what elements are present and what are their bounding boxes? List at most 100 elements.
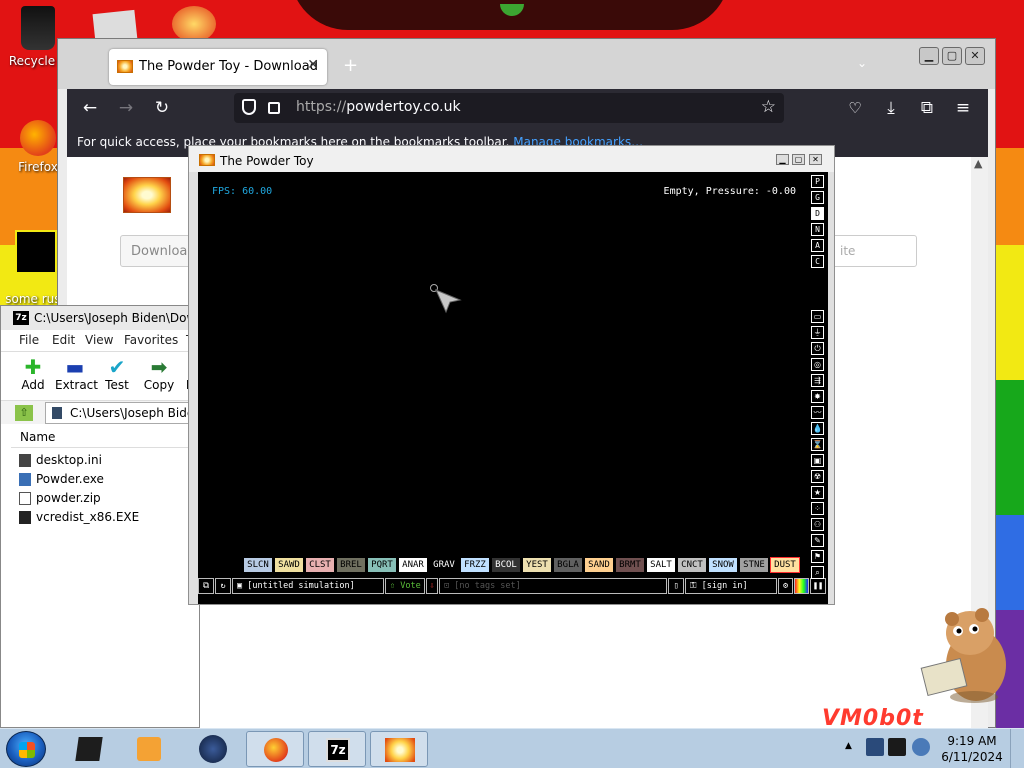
extract-button[interactable]: ▬ Extract (55, 356, 98, 392)
element-button-stne[interactable]: STNE (740, 558, 768, 572)
vote-up-button[interactable]: ⇧ Vote (385, 578, 425, 594)
side-button-p[interactable]: P (811, 175, 824, 188)
menu-file[interactable]: File (19, 333, 39, 347)
reload-icon[interactable]: ↻ (215, 578, 231, 594)
shield-icon[interactable] (242, 99, 256, 115)
pause-icon[interactable]: ❚❚ (810, 578, 826, 594)
simulation-canvas[interactable]: FPS: 60.00 Empty, Pressure: -0.00 ⧉ ↻ ▣ … (198, 172, 828, 604)
life-icon[interactable]: ⚇ (811, 518, 824, 531)
menu-favorites[interactable]: Favorites (124, 333, 178, 347)
copy-button[interactable]: ➡ Copy (143, 356, 175, 392)
solid-icon[interactable]: ▣ (811, 454, 824, 467)
element-button-pqrt[interactable]: PQRT (368, 558, 396, 572)
open-icon[interactable]: ⧉ (198, 578, 214, 594)
extensions-icon[interactable]: ⧉ (916, 97, 938, 119)
radioactive-icon[interactable]: ☢ (811, 470, 824, 483)
element-button-sand[interactable]: SAND (585, 558, 613, 572)
element-button-frzz[interactable]: FRZZ (461, 558, 489, 572)
start-button[interactable] (6, 731, 46, 767)
back-icon[interactable]: ← (79, 97, 101, 119)
element-button-sawd[interactable]: SAWD (275, 558, 303, 572)
test-button[interactable]: ✔ Test (103, 356, 131, 392)
element-button-yest[interactable]: YEST (523, 558, 551, 572)
taskbar-powdertoy[interactable] (370, 731, 428, 767)
electronics-icon[interactable]: ⏚ (811, 326, 824, 339)
powder-icon[interactable]: ⌛ (811, 438, 824, 451)
column-header-name[interactable]: Name (11, 426, 191, 448)
close-button[interactable]: ✕ (965, 47, 985, 65)
power-icon[interactable]: ⏻ (811, 342, 824, 355)
taskbar-media-player[interactable] (120, 731, 178, 767)
side-button-n[interactable]: N (811, 223, 824, 236)
liquid-icon[interactable]: 💧 (811, 422, 824, 435)
explosive-icon[interactable]: ✸ (811, 390, 824, 403)
element-button-slcn[interactable]: SLCN (244, 558, 272, 572)
element-button-snow[interactable]: SNOW (709, 558, 737, 572)
tags-button[interactable]: ⊡ [no tags set] (439, 578, 667, 594)
force-icon[interactable]: ⇶ (811, 374, 824, 387)
volume-icon[interactable] (912, 738, 930, 756)
element-button-brmt[interactable]: BRMT (616, 558, 644, 572)
tools-icon[interactable]: ✎ (811, 534, 824, 547)
menu-view[interactable]: View (85, 333, 113, 347)
minimize-button[interactable]: ▁ (919, 47, 939, 65)
scroll-up-icon[interactable]: ▲ (974, 157, 982, 170)
side-button-g[interactable]: G (811, 191, 824, 204)
show-desktop-button[interactable] (1010, 729, 1024, 768)
taskbar-7zip[interactable]: 7z (308, 731, 366, 767)
browser-tab[interactable]: The Powder Toy - Download ✕ (109, 49, 327, 85)
favorites-icon[interactable]: ⚑ (811, 550, 824, 563)
action-center-icon[interactable] (866, 738, 884, 756)
close-button[interactable]: ✕ (809, 154, 822, 165)
star-icon[interactable]: ☆ (761, 97, 776, 117)
path-input[interactable]: C:\Users\Joseph Biden\ (45, 402, 205, 424)
element-button-salt[interactable]: SALT (647, 558, 675, 572)
vote-down-button[interactable]: ⇩ (426, 578, 438, 594)
side-button-d[interactable]: D (811, 207, 824, 220)
url-bar[interactable]: https://powdertoy.co.uk ☆ (234, 93, 784, 123)
search-icon[interactable]: ⌕ (811, 566, 824, 579)
system-clock[interactable]: 9:19 AM 6/11/2024 (940, 733, 1004, 765)
minimize-button[interactable]: ▁ (776, 154, 789, 165)
element-button-dust[interactable]: DUST (770, 557, 800, 573)
folder-up-icon[interactable]: ⇧ (15, 405, 33, 421)
side-button-c[interactable]: C (811, 255, 824, 268)
reload-icon[interactable]: ↻ (151, 97, 173, 119)
url-text[interactable]: https://powdertoy.co.uk (296, 99, 461, 115)
settings-icon[interactable]: ⚙ (778, 578, 793, 594)
forward-icon[interactable]: → (115, 97, 137, 119)
tray-expand-icon[interactable]: ▲ (845, 741, 852, 751)
download-icon[interactable]: ⤓ (880, 97, 902, 119)
side-button-a[interactable]: A (811, 239, 824, 252)
pocket-icon[interactable]: ♡ (844, 97, 866, 119)
close-icon[interactable]: ✕ (307, 57, 319, 73)
sensor-icon[interactable]: ◎ (811, 358, 824, 371)
render-options-icon[interactable] (794, 578, 809, 594)
menu-edit[interactable]: Edit (52, 333, 75, 347)
taskbar-browser[interactable] (184, 731, 242, 767)
gas-icon[interactable]: 〰 (811, 406, 824, 419)
lock-icon[interactable] (268, 102, 280, 114)
add-button[interactable]: ✚ Add (19, 356, 47, 392)
element-button-brel[interactable]: BREL (337, 558, 365, 572)
sign-in-button[interactable]: ⚿ [sign in] (685, 578, 777, 594)
particles-icon[interactable]: ⁘ (811, 502, 824, 515)
wall-icon[interactable]: ▭ (811, 310, 824, 323)
element-button-bgla[interactable]: BGLA (554, 558, 582, 572)
element-button-bcol[interactable]: BCOL (492, 558, 520, 572)
taskbar-firefox[interactable] (246, 731, 304, 767)
element-button-cnct[interactable]: CNCT (678, 558, 706, 572)
save-simulation-button[interactable]: ▣ [untitled simulation] (232, 578, 384, 594)
menu-icon[interactable]: ≡ (952, 97, 974, 119)
network-icon[interactable] (888, 738, 906, 756)
element-button-clst[interactable]: CLST (306, 558, 334, 572)
special-icon[interactable]: ★ (811, 486, 824, 499)
maximize-button[interactable]: ▢ (792, 154, 805, 165)
element-button-anar[interactable]: ANAR (399, 558, 427, 572)
maximize-button[interactable]: ▢ (942, 47, 962, 65)
taskbar-explorer[interactable] (60, 731, 118, 767)
clear-icon[interactable]: ▯ (668, 578, 684, 594)
element-button-grav[interactable]: GRAV (430, 558, 458, 572)
new-tab-button[interactable]: + (343, 55, 358, 76)
chevron-down-icon[interactable]: ⌄ (857, 56, 867, 70)
